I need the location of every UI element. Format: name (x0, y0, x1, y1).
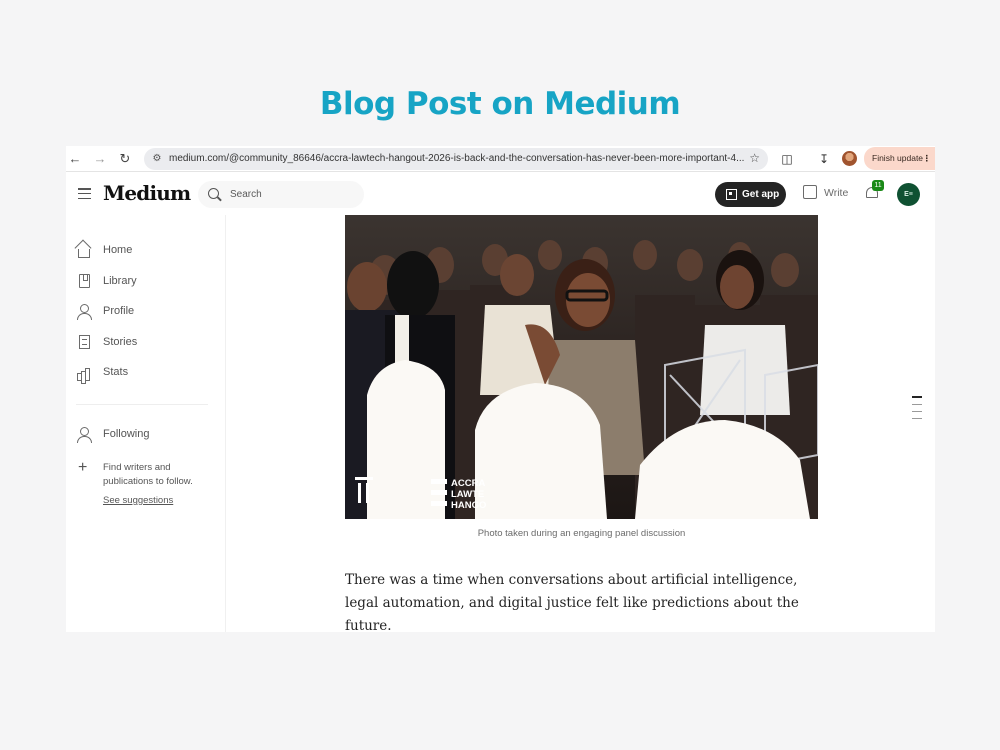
notification-count-badge: 11 (872, 180, 884, 191)
search-input[interactable] (230, 187, 350, 202)
sidebar-item-label: Profile (103, 305, 135, 317)
forward-arrow-icon[interactable]: → (91, 150, 109, 168)
see-suggestions-link[interactable]: See suggestions (103, 495, 173, 506)
download-icon[interactable]: ↧ (816, 151, 832, 167)
search-box[interactable] (198, 181, 364, 208)
sidebar-item-label: Home (103, 244, 133, 256)
table-of-contents-indicator[interactable] (912, 396, 922, 425)
finish-update-label: Finish update (872, 153, 924, 163)
address-bar[interactable]: ⚙ medium.com/@community_86646/accra-lawt… (144, 148, 768, 170)
stats-bar-chart-icon (76, 365, 92, 381)
sidebar-item-profile[interactable]: Profile (76, 302, 216, 322)
photo-logo-line-3: HANGO (451, 500, 486, 511)
sidebar-item-stats[interactable]: Stats (76, 363, 216, 383)
browser-profile-avatar[interactable] (842, 151, 857, 166)
left-sidebar: Home Library Profile Stories Stats Follo… (66, 215, 226, 632)
sidebar-item-library[interactable]: Library (76, 272, 216, 292)
search-icon (208, 188, 219, 199)
plus-icon: + (78, 459, 88, 476)
photo-logo-line-2: LAWTE (451, 489, 484, 500)
following-icon (76, 427, 92, 443)
sidebar-item-following[interactable]: Following (76, 425, 216, 445)
medium-header: Medium Get app Write 11 E≡ (66, 173, 935, 215)
site-settings-icon[interactable]: ⚙ (150, 152, 164, 166)
article-paragraph: There was a time when conversations abou… (345, 572, 799, 632)
sidebar-item-label: Following (103, 428, 150, 440)
sidebar-divider (76, 404, 208, 405)
qr-code-icon (726, 189, 737, 200)
finish-update-button[interactable]: Finish update ⋮ (864, 147, 935, 170)
stories-document-icon (79, 335, 90, 349)
menu-icon[interactable] (78, 188, 91, 200)
browser-toolbar: ← → ↻ ⚙ medium.com/@community_86646/accr… (66, 146, 935, 172)
extensions-icon[interactable]: ◫ (779, 151, 795, 167)
find-writers-text: Find writers and publications to follow. (103, 462, 193, 487)
get-app-label: Get app (742, 189, 780, 200)
photo-caption: Photo taken during an engaging panel dis… (477, 528, 686, 539)
home-icon (78, 249, 90, 258)
write-pencil-icon (803, 185, 817, 199)
medium-logo[interactable]: Medium (103, 181, 191, 205)
page-headline: Blog Post on Medium (319, 86, 681, 122)
bookmark-star-icon[interactable]: ☆ (749, 151, 760, 166)
write-label: Write (824, 187, 849, 199)
profile-icon (76, 304, 92, 320)
url-text[interactable]: medium.com/@community_86646/accra-lawtec… (169, 152, 744, 166)
browser-screenshot: ← → ↻ ⚙ medium.com/@community_86646/accr… (66, 146, 935, 632)
back-arrow-icon[interactable]: ← (66, 150, 84, 168)
get-app-button[interactable]: Get app (715, 182, 786, 207)
sidebar-item-home[interactable]: Home (76, 241, 216, 261)
sidebar-item-stories[interactable]: Stories (76, 333, 216, 353)
notifications-button[interactable]: 11 (865, 180, 884, 200)
user-avatar[interactable]: E≡ (897, 183, 920, 206)
library-bookmark-icon (79, 274, 90, 288)
sidebar-item-label: Library (103, 275, 137, 287)
article-photo: ACCRA LAWTE HANGO (345, 215, 818, 519)
photo-logo-line-1: ACCRA (451, 478, 485, 489)
sidebar-item-label: Stats (103, 366, 129, 378)
sidebar-item-label: Stories (103, 336, 138, 348)
reload-icon[interactable]: ↻ (116, 150, 134, 168)
browser-menu-icon[interactable]: ⋮ (923, 147, 932, 170)
